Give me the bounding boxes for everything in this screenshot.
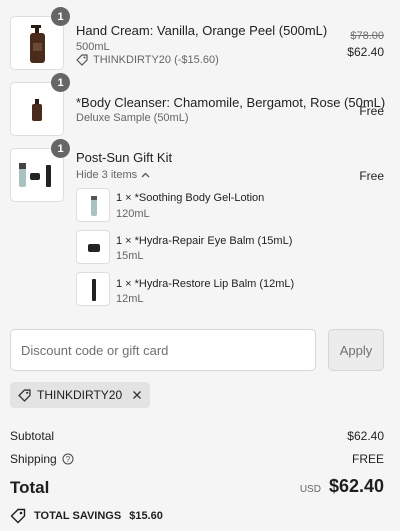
price: $62.40 <box>347 45 384 59</box>
hide-items-toggle[interactable]: Hide 3 items <box>76 169 150 181</box>
quantity-badge: 1 <box>51 7 70 26</box>
lip-balm-icon <box>92 279 96 301</box>
help-circle-icon[interactable]: ? <box>62 453 74 465</box>
product-name: Hand Cream: Vanilla, Orange Peel (500mL) <box>76 23 328 38</box>
applied-discount-chip: THINKDIRTY20 <box>10 382 151 408</box>
tube-icon <box>91 196 97 216</box>
discount-code-label: THINKDIRTY20 (-$15.60) <box>93 54 219 66</box>
component-size: 12mL <box>116 293 144 305</box>
shipping-label-group: Shipping ? <box>10 452 74 466</box>
shipping-value: FREE <box>351 452 384 466</box>
original-price: $78.00 <box>350 30 384 42</box>
applied-code-label: THINKDIRTY20 <box>37 388 123 402</box>
component-size: 120mL <box>116 208 150 220</box>
component-name: 1 × *Soothing Body Gel-Lotion <box>116 192 265 204</box>
savings-value: $15.60 <box>129 510 163 522</box>
apply-button[interactable]: Apply <box>328 329 384 371</box>
component-size: 15mL <box>116 250 144 262</box>
total-value: $62.40 <box>328 476 384 496</box>
quantity-badge: 1 <box>51 73 70 92</box>
product-variant: Deluxe Sample (50mL) <box>76 112 189 124</box>
total-label: Total <box>10 478 50 497</box>
price: Free <box>359 104 384 118</box>
component-name: 1 × *Hydra-Restore Lip Balm (12mL) <box>116 278 295 290</box>
price: Free <box>359 169 384 183</box>
subtotal-label: Subtotal <box>10 429 55 443</box>
discount-tag: THINKDIRTY20 (-$15.60) <box>76 54 219 66</box>
quantity-badge: 1 <box>51 139 70 158</box>
product-variant: 500mL <box>76 41 110 53</box>
tag-icon <box>76 54 88 66</box>
currency-code: USD <box>299 484 321 495</box>
savings-tag-icon <box>10 508 26 524</box>
total-group: USD $62.40 <box>300 476 384 497</box>
hide-items-label: Hide 3 items <box>76 169 138 181</box>
shipping-label: Shipping <box>10 452 57 466</box>
discount-code-input[interactable] <box>10 329 316 371</box>
savings-row: TOTAL SAVINGS $15.60 <box>10 508 163 524</box>
component-image <box>76 272 110 306</box>
component-name: 1 × *Hydra-Repair Eye Balm (15mL) <box>116 235 293 247</box>
savings-label: TOTAL SAVINGS <box>34 510 122 522</box>
component-image <box>76 230 110 264</box>
subtotal-value: $62.40 <box>347 429 384 443</box>
product-name: *Body Cleanser: Chamomile, Bergamot, Ros… <box>76 95 386 110</box>
component-image <box>76 188 110 222</box>
product-name: Post-Sun Gift Kit <box>76 150 173 165</box>
jar-icon <box>88 244 100 252</box>
close-icon[interactable] <box>132 390 142 400</box>
svg-text:?: ? <box>65 455 70 464</box>
tag-icon <box>18 388 31 402</box>
chevron-up-icon <box>141 172 150 178</box>
